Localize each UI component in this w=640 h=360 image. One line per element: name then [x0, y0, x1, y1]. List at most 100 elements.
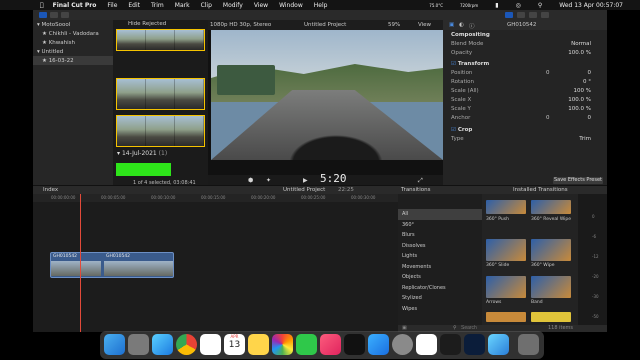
category-movements[interactable]: Movements [398, 262, 482, 273]
category-lights[interactable]: Lights [398, 251, 482, 262]
calendar-icon[interactable]: APR 13 [224, 334, 245, 355]
save-effects-preset-button[interactable]: Save Effects Preset [553, 177, 603, 184]
opacity-value[interactable]: 100.0 % [568, 50, 591, 56]
finder-icon[interactable] [104, 334, 125, 355]
timeline-ruler[interactable]: 00:00:00:00 00:00:05:00 00:00:10:00 00:0… [33, 194, 398, 202]
inspector-toggle-icon[interactable] [505, 12, 513, 18]
timeline-clip[interactable]: GH010542 GH010542 [50, 252, 174, 278]
category-dissolves[interactable]: Dissolves [398, 241, 482, 252]
photos-icon[interactable] [272, 334, 293, 355]
date-group-header[interactable]: ▾ 14-Jul-2021 (1) [117, 150, 167, 157]
color-inspector-icon[interactable]: ◐ [459, 22, 464, 28]
transition-thumbnail[interactable] [486, 239, 526, 261]
library-item[interactable]: ▾ MotoSoool [33, 20, 113, 29]
transition-thumbnail[interactable] [486, 276, 526, 298]
clip-thumbnail[interactable] [116, 29, 205, 51]
crop-type-dropdown[interactable]: Trim [579, 136, 591, 142]
launchpad-icon[interactable] [128, 334, 149, 355]
index-button[interactable]: Index [43, 187, 58, 193]
menu-final-cut-pro[interactable]: Final Cut Pro [53, 2, 97, 9]
titles-icon[interactable] [61, 12, 69, 18]
library-item[interactable]: ★ Khwahish [33, 38, 113, 47]
checkbox-icon[interactable]: ☑ [451, 61, 458, 67]
category-all[interactable]: All [398, 209, 482, 220]
menu-clip[interactable]: Clip [201, 2, 212, 9]
blend-mode-dropdown[interactable]: Normal [571, 41, 591, 47]
share-icon[interactable] [541, 12, 549, 18]
transform-icon[interactable]: ⬢ [248, 177, 253, 184]
library-toggle-icon[interactable] [39, 12, 47, 18]
scale-x-value[interactable]: 100.0 % [568, 97, 591, 103]
final-cut-pro-icon[interactable] [440, 334, 461, 355]
timeline-index-icon[interactable] [529, 12, 537, 18]
facetime-icon[interactable] [296, 334, 317, 355]
menu-help[interactable]: Help [314, 2, 328, 9]
category-wipes[interactable]: Wipes [398, 304, 482, 315]
video-inspector-icon[interactable]: ▣ [449, 22, 454, 28]
library-item[interactable]: ▾ Untitled [33, 47, 113, 56]
anchor-y[interactable]: 0 [588, 115, 592, 121]
event-item-selected[interactable]: ★ 16-03-22 [33, 56, 113, 65]
scale-all-value[interactable]: 100 % [574, 88, 591, 94]
video-frame[interactable] [211, 30, 443, 160]
temperature-readout[interactable]: 75.0°C [429, 3, 443, 8]
safari-icon[interactable] [152, 334, 173, 355]
wifi-icon[interactable]: ◎ [516, 2, 521, 9]
timeline[interactable]: 00:00:00:00 00:00:05:00 00:00:10:00 00:0… [33, 194, 398, 332]
fullscreen-icon[interactable]: ⤢ [418, 177, 423, 185]
clip-thumbnail[interactable] [116, 163, 171, 176]
transition-thumbnail[interactable] [486, 312, 526, 322]
adjustments-icon[interactable] [517, 12, 525, 18]
battery-icon[interactable]: ▮ [495, 2, 498, 9]
downloads-icon[interactable] [488, 334, 509, 355]
menu-mark[interactable]: Mark [175, 2, 190, 9]
system-preferences-icon[interactable] [392, 334, 413, 355]
search-icon[interactable]: ⚲ [538, 2, 542, 9]
play-icon[interactable]: ▶ [303, 177, 308, 184]
position-y[interactable]: 0 [588, 70, 592, 76]
transition-thumbnail[interactable] [531, 200, 571, 214]
menu-trim[interactable]: Trim [151, 2, 164, 9]
trash-icon[interactable] [518, 334, 539, 355]
transition-thumbnail[interactable] [531, 239, 571, 261]
anchor-x[interactable]: 0 [546, 115, 550, 121]
enhance-icon[interactable]: ✦ [266, 177, 271, 184]
playhead[interactable] [80, 194, 81, 332]
position-x[interactable]: 0 [546, 70, 550, 76]
menu-window[interactable]: Window [279, 2, 303, 9]
chrome-icon[interactable] [176, 334, 197, 355]
category-360[interactable]: 360° [398, 220, 482, 231]
apple-tv-icon[interactable] [344, 334, 365, 355]
transition-thumbnail[interactable] [486, 200, 526, 214]
timecode-display[interactable]: 5:20 [320, 172, 347, 185]
category-stylized[interactable]: Stylized [398, 293, 482, 304]
view-dropdown[interactable]: View [418, 22, 431, 28]
apple-icon[interactable]:  [40, 2, 44, 9]
transform-section[interactable]: ☑ Transform [451, 60, 601, 68]
library-item[interactable]: ★ Chikhli - Vadodara [33, 29, 113, 38]
category-objects[interactable]: Objects [398, 272, 482, 283]
installed-transitions-dropdown[interactable]: Installed Transitions [513, 187, 568, 193]
numbers-icon[interactable] [416, 334, 437, 355]
notes-icon[interactable] [248, 334, 269, 355]
clip-thumbnail[interactable] [116, 115, 205, 147]
info-inspector-icon[interactable]: ⓘ [469, 22, 475, 30]
timeline-project-title[interactable]: Untitled Project [283, 187, 325, 193]
photos-icon[interactable] [50, 12, 58, 18]
rotation-value[interactable]: 0 ° [583, 79, 591, 85]
checkbox-icon[interactable]: ☑ [451, 127, 458, 133]
crop-section[interactable]: ☑ Crop [451, 126, 601, 134]
app-store-icon[interactable] [368, 334, 389, 355]
filter-dropdown[interactable]: Hide Rejected [128, 21, 166, 27]
menu-view[interactable]: View [254, 2, 268, 9]
menu-file[interactable]: File [107, 2, 117, 9]
photoshop-icon[interactable] [464, 334, 485, 355]
clock[interactable]: Wed 13 Apr 00:57:07 [559, 2, 623, 9]
menu-modify[interactable]: Modify [223, 2, 243, 9]
mail-icon[interactable] [200, 334, 221, 355]
fan-readout[interactable]: 7200rpm [460, 3, 478, 8]
music-icon[interactable] [320, 334, 341, 355]
transition-thumbnail[interactable] [531, 276, 571, 298]
menu-edit[interactable]: Edit [128, 2, 140, 9]
category-blurs[interactable]: Blurs [398, 230, 482, 241]
